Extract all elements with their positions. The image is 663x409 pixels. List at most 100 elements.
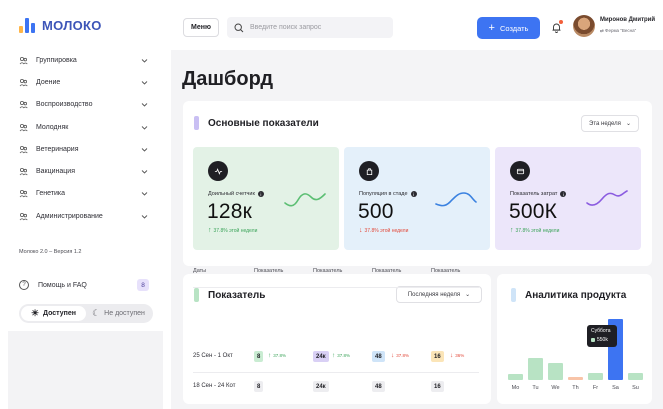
kpi-label-text: Популяция в стаде xyxy=(359,191,408,197)
help-count-badge: 8 xyxy=(137,279,149,291)
help-faq-link[interactable]: ? Помощь и FAQ 8 xyxy=(19,278,149,292)
table-column-header: Показатель xyxy=(431,268,461,274)
sidebar-item-label: Вакцинация xyxy=(36,168,76,176)
kpi-delta: ↑ 37.8% этой недели xyxy=(208,227,257,234)
kpi-delta-text: 37.8% этой недели xyxy=(213,227,258,234)
indicator-badge: 16 xyxy=(431,351,444,362)
sidebar-item-label: Доение xyxy=(36,78,61,86)
kpi-label: Показатель затрат i xyxy=(510,191,567,197)
chart-tooltip: Суббота 550k xyxy=(587,325,617,347)
sidebar-item[interactable]: Молодняк xyxy=(19,116,149,138)
table-column-header: Даты xyxy=(193,268,207,274)
card-icon xyxy=(510,161,530,181)
kpi-panel: Основные показатели Эта неделя ⌄ Доильный… xyxy=(183,101,652,266)
sidebar-item[interactable]: Воспроизводство xyxy=(19,94,149,116)
table-column-header: Показатель xyxy=(372,268,402,274)
cluster-icon xyxy=(19,78,28,87)
kpi-card[interactable]: Показатель затрат i 500К ↑ 37.8% этой недели xyxy=(495,147,641,250)
pulse-icon xyxy=(208,161,228,181)
indicator-delta-text: 37.8% xyxy=(273,353,287,358)
info-icon[interactable]: i xyxy=(560,191,567,197)
notification-dot xyxy=(559,20,563,24)
main-content: Дашборд Основные показатели Эта неделя ⌄ … xyxy=(171,50,663,409)
table-column-header: Показатель xyxy=(254,268,284,274)
chevron-down-icon xyxy=(140,212,149,221)
kpi-period-select[interactable]: Эта неделя ⌄ xyxy=(581,115,639,132)
sidebar-item[interactable]: Генетика xyxy=(19,183,149,205)
chart-x-tick-label: Su xyxy=(632,385,639,391)
create-button[interactable]: + Создать xyxy=(477,17,540,39)
indicator-delta: ↑ 37.8% xyxy=(268,352,286,359)
sidebar-item[interactable]: Администрирование xyxy=(19,205,149,227)
row-divider xyxy=(193,372,479,373)
kpi-card[interactable]: Популяция в стаде i 500 ↓ 37.8% этой недели xyxy=(344,147,490,250)
sidebar-item[interactable]: Доение xyxy=(19,71,149,93)
logo-icon xyxy=(19,18,35,33)
indicator-badge: 8 xyxy=(254,351,264,362)
sidebar-nav: Группировка Доение Воспроизводство Молодняк… xyxy=(19,49,149,227)
cluster-icon xyxy=(19,167,28,176)
section-marker xyxy=(511,288,516,302)
sidebar-item[interactable]: Ветеринария xyxy=(19,138,149,160)
chart-x-tick-label: We xyxy=(551,385,560,391)
sidebar-item[interactable]: Группировка xyxy=(19,49,149,71)
chart-bar-th[interactable] xyxy=(568,377,583,380)
table-period-select[interactable]: Последняя неделя ⌄ xyxy=(396,286,482,303)
indicator-delta: ↓ 37.8% xyxy=(391,352,409,359)
help-icon: ? xyxy=(19,280,29,290)
search-input[interactable] xyxy=(250,24,390,31)
chart-bar-mo[interactable] xyxy=(508,374,523,380)
status-unavailable-label: Не доступен xyxy=(104,310,145,317)
create-label: Создать xyxy=(499,23,529,33)
chevron-down-icon: ⌄ xyxy=(625,121,631,127)
info-icon[interactable]: i xyxy=(410,191,417,197)
sparkline xyxy=(284,187,326,209)
chart-x-tick-label: Mo xyxy=(511,385,520,391)
indicator-badge: 16 xyxy=(431,381,444,392)
kpi-section-title: Основные показатели xyxy=(208,117,319,129)
table-section-title: Показатель xyxy=(208,289,266,301)
chevron-down-icon xyxy=(140,123,149,132)
indicator-delta: ↑ 37.8% xyxy=(332,352,350,359)
chart-bar-tu[interactable] xyxy=(528,358,543,380)
tooltip-swatch xyxy=(591,338,595,342)
sidebar-item[interactable]: Вакцинация xyxy=(19,160,149,182)
sun-icon: ☀ xyxy=(30,308,40,318)
info-icon[interactable]: i xyxy=(257,191,264,197)
chevron-down-icon xyxy=(140,100,149,109)
indicator-badge: 48 xyxy=(372,381,385,392)
arrow-up-icon: ↑ xyxy=(208,227,212,234)
sparkline xyxy=(435,187,477,209)
kpi-delta: ↑ 37.8% этой недели xyxy=(510,227,559,234)
kpi-label-text: Доильный счетчик xyxy=(208,191,255,197)
sidebar-item-label: Ветеринария xyxy=(36,145,79,153)
section-marker xyxy=(194,288,199,302)
kpi-delta: ↓ 37.8% этой недели xyxy=(359,227,408,234)
arrow-down-icon: ↓ xyxy=(450,352,454,359)
menu-button[interactable]: Меню xyxy=(183,18,219,37)
chevron-down-icon xyxy=(140,167,149,176)
chart-bar-we[interactable] xyxy=(548,363,563,380)
analytics-section-title: Аналитика продукта xyxy=(525,289,627,301)
sidebar-item-label: Молодняк xyxy=(36,123,69,131)
kpi-section-header: Основные показатели xyxy=(194,116,319,130)
kpi-value: 500К xyxy=(509,200,558,223)
app-logo[interactable]: МОЛОКО xyxy=(19,18,102,33)
app-name: МОЛОКО xyxy=(42,18,102,33)
table-section-header: Показатель xyxy=(194,288,265,302)
chart-bar-fr[interactable] xyxy=(588,373,603,380)
status-available-option[interactable]: ☀ Доступен xyxy=(21,306,86,321)
tooltip-label: Суббота xyxy=(591,328,611,334)
avatar[interactable] xyxy=(573,15,595,37)
sidebar-item-label: Группировка xyxy=(36,56,77,64)
kpi-card[interactable]: Доильный счетчик i 128к ↑ 37.8% этой недели xyxy=(193,147,339,250)
chart-bar-su[interactable] xyxy=(628,373,643,380)
indicator-delta-text: 37.8% xyxy=(396,353,410,358)
table-column-header: Показатель xyxy=(313,268,343,274)
status-unavailable-option[interactable]: ☾ Не доступен xyxy=(86,306,151,321)
help-label: Помощь и FAQ xyxy=(38,281,87,289)
indicator-delta-text: 36% xyxy=(455,353,465,358)
sidebar-item-label: Администрирование xyxy=(36,212,103,220)
sidebar-item-label: Генетика xyxy=(36,190,65,198)
sidebar: МОЛОКО Группировка Доение Воспроизводство М… xyxy=(0,0,163,409)
